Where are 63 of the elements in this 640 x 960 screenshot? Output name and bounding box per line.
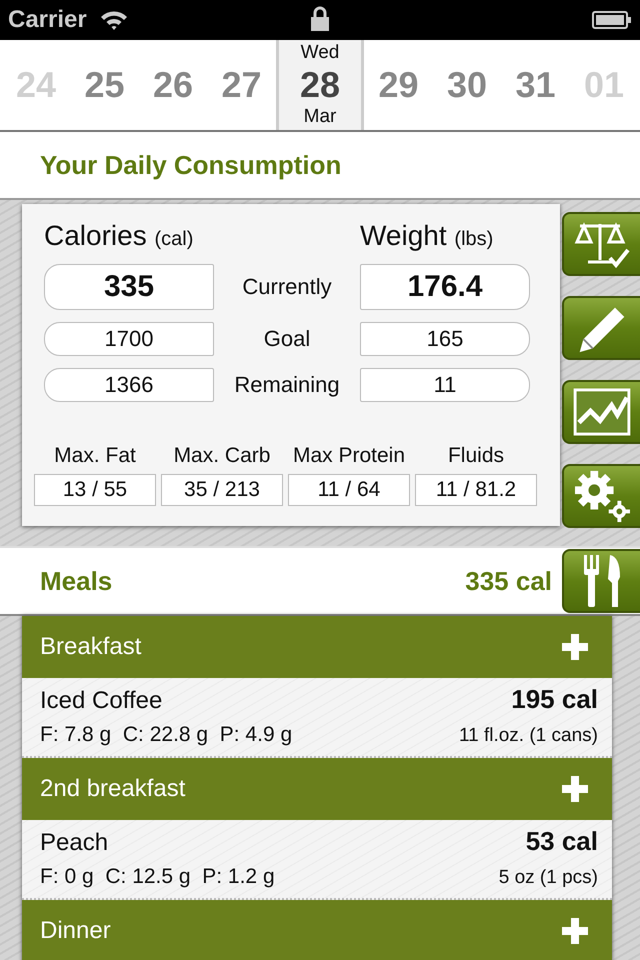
- date-item[interactable]: 26: [139, 40, 207, 130]
- macro-label: Max Protein: [292, 444, 406, 468]
- date-item[interactable]: 29: [364, 40, 432, 130]
- unit-label: (cal): [154, 228, 194, 250]
- food-calories: 195 cal: [511, 684, 598, 715]
- fork-knife-icon: [582, 553, 622, 609]
- lock-icon: [310, 6, 330, 32]
- food-calories: 53 cal: [526, 826, 598, 857]
- food-macros: F: 0 g C: 12.5 g P: 1.2 g: [40, 865, 275, 889]
- food-portion: 5 oz (1 pcs): [498, 867, 598, 889]
- food-entry[interactable]: Peach 53 cal F: 0 g C: 12.5 g P: 1.2 g 5 oz (1 pcs): [22, 820, 612, 900]
- row-label: Remaining: [233, 372, 341, 398]
- settings-button[interactable]: [562, 464, 640, 528]
- scale-button[interactable]: [562, 212, 640, 276]
- chart-icon: [573, 388, 631, 436]
- meal-header[interactable]: Breakfast: [22, 616, 612, 678]
- food-name: Peach: [40, 829, 108, 857]
- macro-value: 11 / 81.2: [415, 474, 537, 506]
- meals-title: Meals: [40, 566, 112, 596]
- food-macros: F: 7.8 g C: 22.8 g P: 4.9 g: [40, 723, 292, 747]
- calories-field[interactable]: 1700: [44, 322, 214, 356]
- row-label: Currently: [241, 274, 333, 300]
- food-name: Iced Coffee: [40, 687, 162, 715]
- meals-button[interactable]: [562, 549, 640, 613]
- unit-label: (lbs): [454, 228, 494, 250]
- date-item[interactable]: 31: [502, 40, 570, 130]
- macro-label: Max. Carb: [174, 444, 270, 468]
- macro-label: Max. Fat: [54, 444, 136, 468]
- weight-field[interactable]: 176.4: [360, 264, 530, 310]
- weight-field[interactable]: 11: [360, 368, 530, 402]
- calories-field[interactable]: 1366: [44, 368, 214, 402]
- carrier-name: Carrier: [8, 6, 87, 34]
- calories-field[interactable]: 335: [44, 264, 214, 310]
- weight-label: Weight: [360, 220, 447, 251]
- section-title: Your Daily Consumption: [40, 150, 342, 180]
- add-icon[interactable]: [560, 916, 590, 946]
- food-portion: 11 fl.oz. (1 cans): [458, 725, 598, 747]
- meal-name: Dinner: [40, 917, 111, 945]
- weight-field[interactable]: 165: [360, 322, 530, 356]
- scale-icon: [574, 220, 630, 268]
- macro-value: 11 / 64: [288, 474, 410, 506]
- battery-icon: [592, 10, 632, 30]
- macro-value: 35 / 213: [161, 474, 283, 506]
- add-icon[interactable]: [560, 632, 590, 662]
- selected-date[interactable]: Wed 28 Mar: [276, 40, 364, 130]
- wifi-icon: [98, 9, 129, 31]
- meal-name: Breakfast: [40, 633, 142, 661]
- date-item[interactable]: 30: [433, 40, 501, 130]
- meal-header[interactable]: Dinner: [22, 900, 612, 960]
- macro-label: Fluids: [448, 444, 504, 468]
- gears-icon: [573, 469, 631, 523]
- date-item[interactable]: 27: [208, 40, 276, 130]
- total-calories: 335 cal: [465, 566, 552, 596]
- row-label: Goal: [262, 326, 312, 352]
- meal-name: 2nd breakfast: [40, 775, 186, 803]
- add-icon[interactable]: [560, 774, 590, 804]
- edit-button[interactable]: [562, 296, 640, 360]
- meal-header[interactable]: 2nd breakfast: [22, 758, 612, 820]
- macro-value: 13 / 55: [34, 474, 156, 506]
- chart-button[interactable]: [562, 380, 640, 444]
- food-entry[interactable]: Iced Coffee 195 cal F: 7.8 g C: 22.8 g P: 4.9 g 11 fl.oz. (1 cans): [22, 678, 612, 758]
- calories-label: Calories: [44, 220, 147, 251]
- date-item[interactable]: 25: [70, 40, 138, 130]
